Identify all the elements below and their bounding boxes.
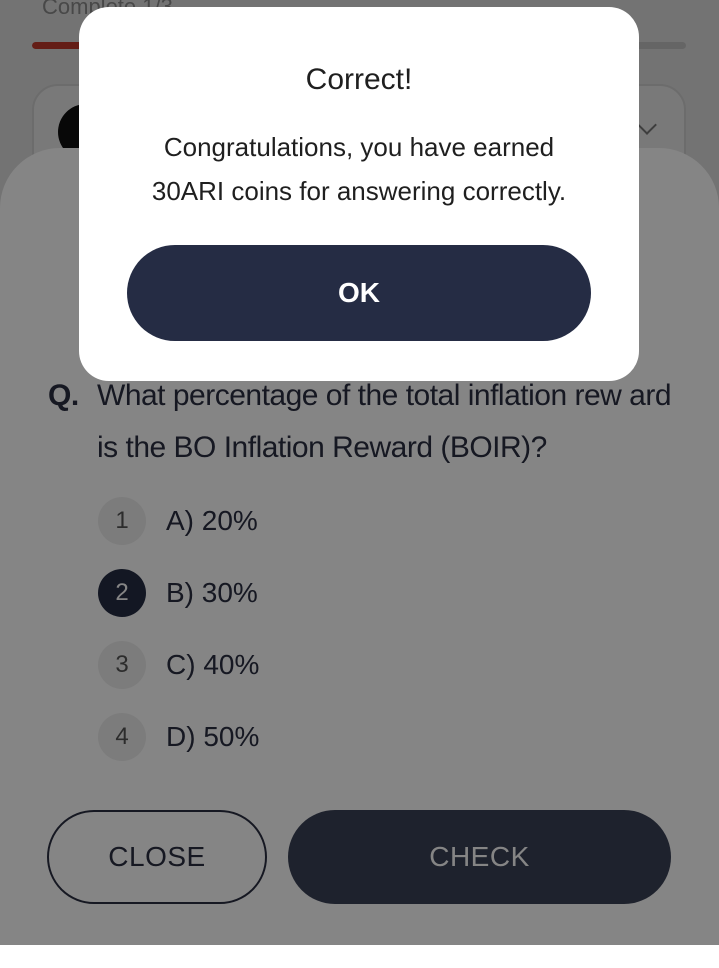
dialog-message-line-1: Congratulations, you have earned xyxy=(163,132,555,162)
dialog-message: Congratulations, you have earned 30ARI c… xyxy=(109,125,609,213)
dialog-message-line-2: 30ARI coins for answering correctly. xyxy=(151,176,567,206)
correct-dialog: Correct! Congratulations, you have earne… xyxy=(79,7,639,381)
ok-button[interactable]: OK xyxy=(127,245,591,341)
dialog-title: Correct! xyxy=(305,63,413,96)
